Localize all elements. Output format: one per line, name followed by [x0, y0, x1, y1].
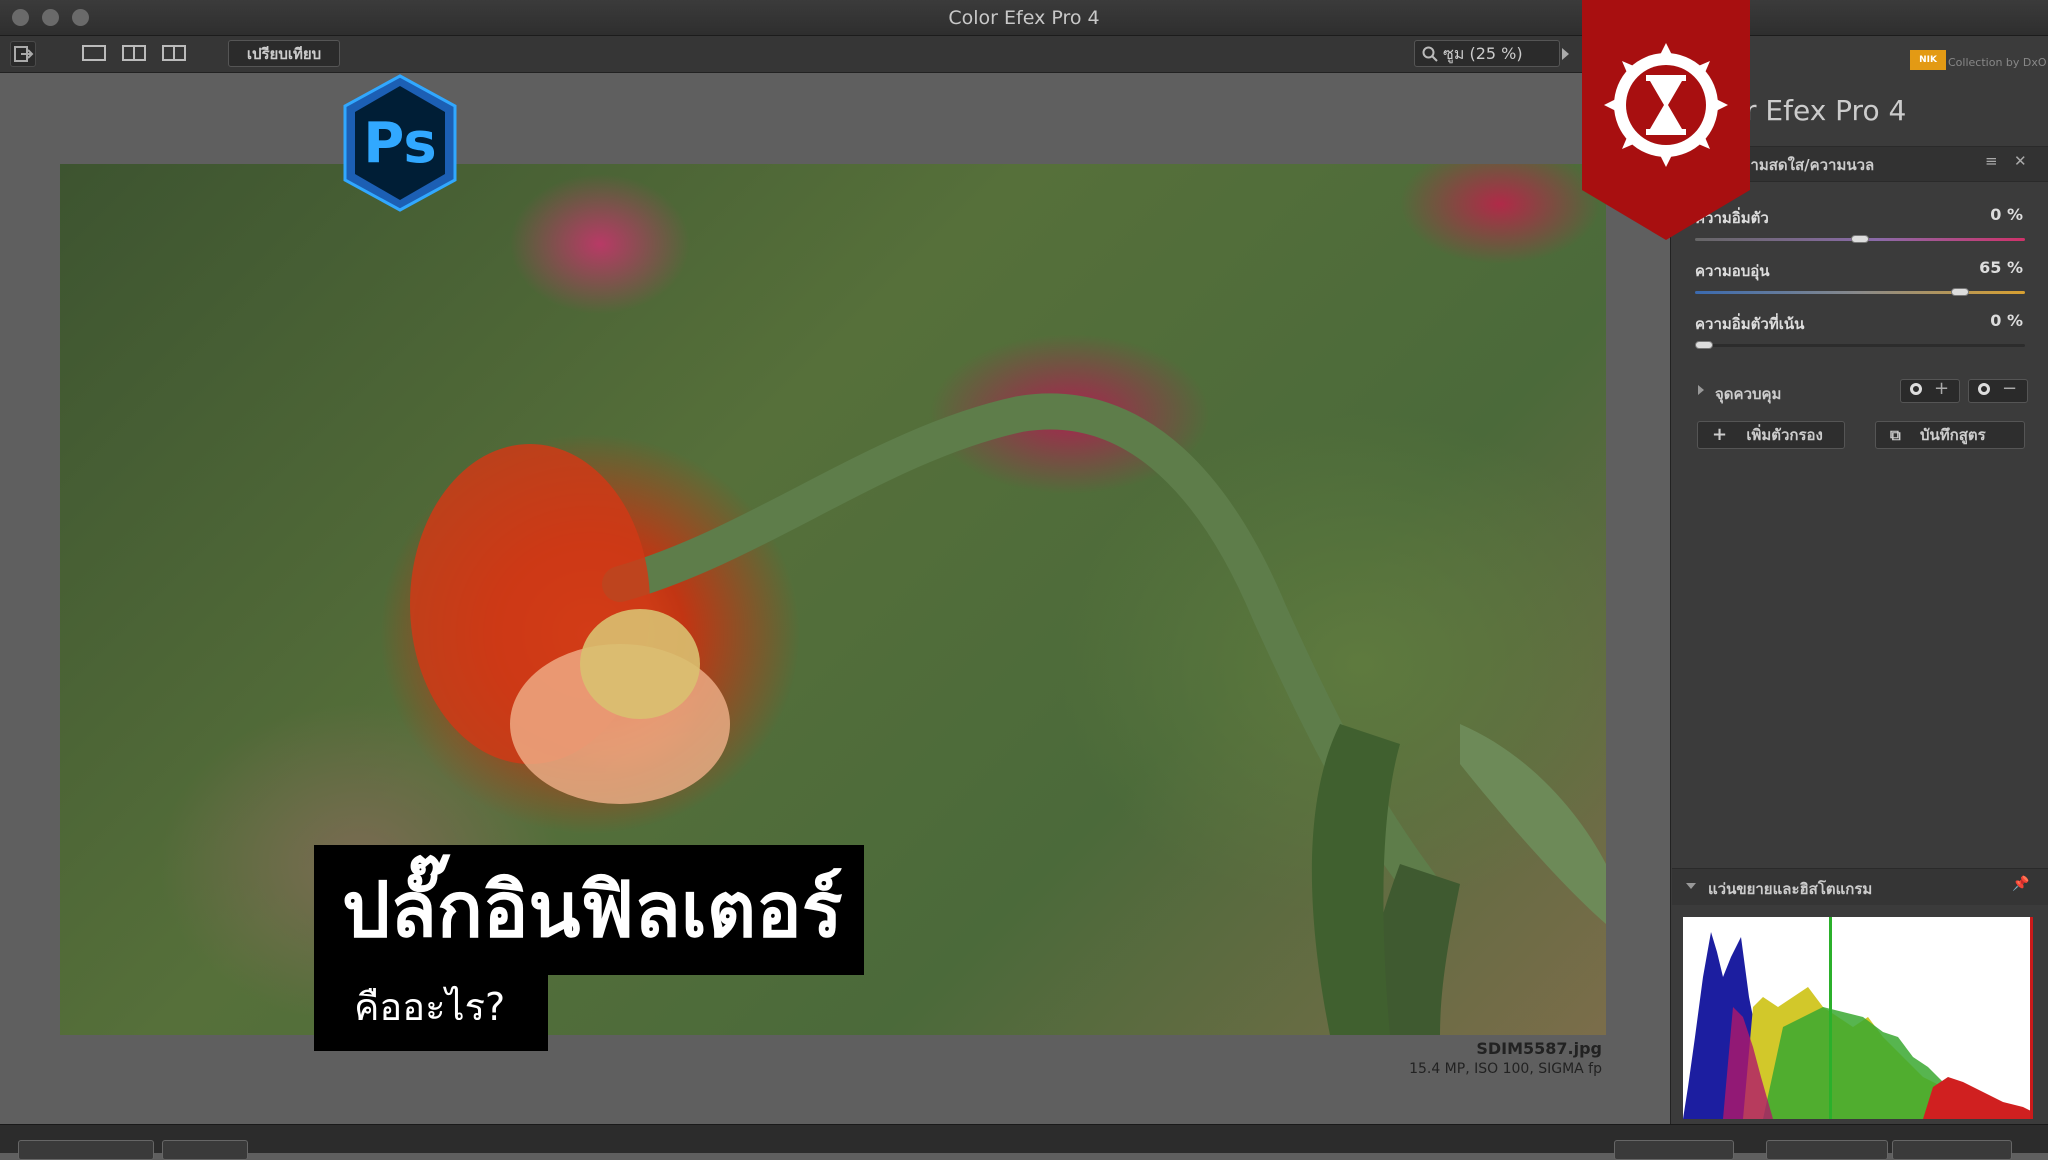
search-icon: [1422, 46, 1438, 62]
file-name: SDIM5587.jpg: [1476, 1039, 1602, 1058]
nik-logo: NIK: [1910, 50, 1946, 70]
ps-logo-text: Ps: [363, 111, 436, 176]
chevron-right-icon[interactable]: [1698, 385, 1704, 395]
add-control-point-button[interactable]: [1900, 379, 1960, 403]
save-recipe-icon: ⧉: [1890, 426, 1901, 444]
headline-caption: ปลั๊กอินฟิลเตอร์: [314, 845, 864, 975]
add-filter-label: เพิ่มตัวกรอง: [1746, 426, 1823, 444]
bottom-button-3[interactable]: [1614, 1140, 1734, 1160]
filter-name: วามสดใส/ความนวล: [1742, 156, 1875, 174]
minus-icon: −: [2002, 378, 2018, 399]
pin-icon[interactable]: 📌: [2012, 876, 2029, 892]
export-icon[interactable]: [10, 41, 36, 67]
control-points-label[interactable]: จุดควบคุม: [1715, 382, 1781, 406]
bottom-button-4[interactable]: [1766, 1140, 1888, 1160]
saturation-value: 0 %: [1990, 205, 2023, 224]
bottom-bar: [0, 1124, 2048, 1153]
saturation-slider-knob[interactable]: [1851, 235, 1869, 243]
side-by-side-view-icon[interactable]: [162, 45, 186, 61]
warmth-value: 65 %: [1979, 258, 2023, 277]
zoom-label: ซูม (25 %): [1443, 44, 1523, 63]
control-point-negative-icon: [1978, 383, 1990, 395]
histogram: [1683, 917, 2033, 1119]
selective-saturation-slider-knob[interactable]: [1695, 341, 1713, 349]
selective-saturation-slider[interactable]: [1695, 344, 2025, 347]
file-meta: 15.4 MP, ISO 100, SIGMA fp: [1409, 1061, 1602, 1077]
histogram-marker: [1829, 917, 1832, 1119]
photoshop-logo-icon: Ps: [343, 74, 457, 212]
subline-caption: คืออะไร?: [314, 975, 548, 1051]
sun-hourglass-badge-icon: [1582, 0, 1750, 240]
save-recipe-button[interactable]: ⧉ บันทึกสูตร: [1875, 421, 2025, 449]
selective-saturation-label: ความอิ่มตัวที่เน้น: [1695, 315, 1805, 333]
chevron-down-icon[interactable]: [1686, 883, 1696, 889]
histogram-clip-marker: [2030, 917, 2033, 1119]
plus-icon: +: [1934, 378, 1950, 399]
zoom-next-icon[interactable]: [1562, 48, 1569, 60]
add-filter-button[interactable]: + เพิ่มตัวกรอง: [1697, 421, 1845, 449]
compare-button[interactable]: เปรียบเทียบ: [228, 40, 340, 67]
bottom-button-5[interactable]: [1892, 1140, 2012, 1160]
control-point-icon: [1910, 383, 1922, 395]
close-filter-icon[interactable]: ✕: [2014, 152, 2027, 170]
single-view-icon[interactable]: [82, 45, 106, 61]
filter-menu-icon[interactable]: ≡: [1985, 152, 1998, 170]
app-name: r Efex Pro 4: [1745, 94, 1907, 127]
split-view-icon[interactable]: [122, 45, 146, 61]
warmth-slider[interactable]: [1695, 291, 2025, 294]
remove-control-point-button[interactable]: [1968, 379, 2028, 403]
nik-collection-by: Collection by DxO: [1948, 56, 2047, 69]
bottom-button-1[interactable]: [18, 1140, 154, 1160]
bottom-button-2[interactable]: [162, 1140, 248, 1160]
zoom-dropdown[interactable]: ซูม (25 %): [1414, 40, 1560, 67]
selective-saturation-value: 0 %: [1990, 311, 2023, 330]
warmth-slider-knob[interactable]: [1950, 288, 1969, 296]
save-recipe-label: บันทึกสูตร: [1919, 426, 1986, 444]
plus-icon: +: [1712, 424, 1728, 445]
loupe-histogram-label: แว่นขยายและฮิสโตแกรม: [1708, 880, 1873, 898]
warmth-label: ความอบอุ่น: [1695, 262, 1770, 280]
